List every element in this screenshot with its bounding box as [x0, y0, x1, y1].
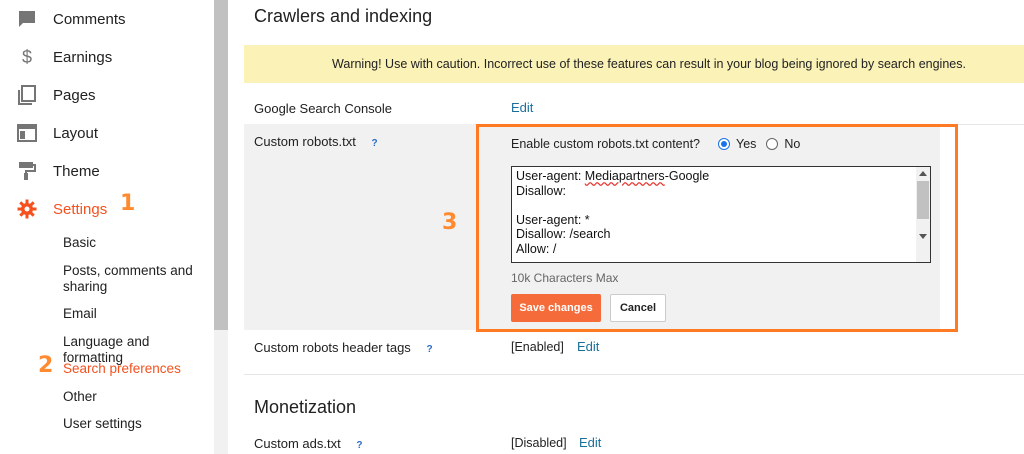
sub-item-other[interactable]: Other: [63, 389, 213, 405]
warning-banner: Warning! Use with caution. Incorrect use…: [244, 45, 1024, 83]
ads-row: Custom ads.txt ?: [254, 436, 362, 451]
nav-theme-label: Theme: [53, 162, 100, 180]
nav-theme[interactable]: Theme: [0, 152, 214, 190]
nav-layout[interactable]: Layout: [0, 114, 214, 152]
step-3-annotation: 3: [442, 210, 458, 235]
help-icon[interactable]: ?: [372, 138, 378, 149]
nav-earnings[interactable]: $ Earnings: [0, 38, 214, 76]
layout-icon: [17, 123, 37, 143]
sidebar: Comments $ Earnings Pages Layout Theme S…: [0, 0, 214, 454]
pages-icon: [17, 85, 37, 105]
step-2-annotation: 2: [38, 353, 54, 378]
ads-status: [Disabled]: [511, 436, 567, 450]
section-title-monetization: Monetization: [254, 397, 357, 417]
nav-settings[interactable]: Settings: [0, 190, 214, 228]
dollar-icon: $: [21, 46, 32, 67]
sub-item-user-settings[interactable]: User settings: [63, 416, 213, 432]
gsc-label: Google Search Console: [254, 101, 393, 116]
robots-label: Custom robots.txt: [254, 134, 356, 149]
highlight-box: [476, 124, 958, 332]
header-tags-status: [Enabled]: [511, 340, 564, 354]
main-content: Crawlers and indexing Warning! Use with …: [244, 0, 1024, 454]
header-tags-label: Custom robots header tags: [254, 340, 411, 355]
step-1-annotation: 1: [120, 191, 136, 216]
nav-settings-label: Settings: [53, 200, 108, 218]
ads-label: Custom ads.txt: [254, 436, 341, 451]
paint-roller-icon: [17, 161, 37, 181]
robots-label-row: Custom robots.txt ?: [254, 134, 378, 149]
header-tags-edit-link[interactable]: Edit: [577, 339, 599, 354]
sub-item-posts-comments-sharing[interactable]: Posts, comments and sharing: [63, 263, 213, 295]
header-tags-row: Custom robots header tags ?: [254, 340, 433, 355]
help-icon[interactable]: ?: [426, 344, 432, 355]
gsc-edit-link[interactable]: Edit: [511, 100, 533, 115]
nav-earnings-label: Earnings: [53, 48, 113, 66]
divider: [244, 374, 1024, 375]
comment-icon: [17, 9, 37, 29]
sub-item-email[interactable]: Email: [63, 306, 213, 322]
gear-icon: [17, 199, 37, 219]
warning-text: Warning! Use with caution. Incorrect use…: [332, 57, 966, 71]
nav-pages[interactable]: Pages: [0, 76, 214, 114]
nav-comments-label: Comments: [53, 10, 126, 28]
ads-edit-link[interactable]: Edit: [579, 435, 601, 450]
help-icon[interactable]: ?: [356, 440, 362, 451]
nav-pages-label: Pages: [53, 86, 96, 104]
sub-item-basic[interactable]: Basic: [63, 235, 213, 251]
sidebar-scrollbar[interactable]: [214, 0, 228, 454]
sidebar-scroll-thumb[interactable]: [214, 0, 228, 330]
section-title-crawlers: Crawlers and indexing: [254, 6, 433, 26]
nav-comments[interactable]: Comments: [0, 0, 214, 38]
nav-layout-label: Layout: [53, 124, 99, 142]
sub-item-search-preferences[interactable]: Search preferences: [63, 361, 213, 377]
